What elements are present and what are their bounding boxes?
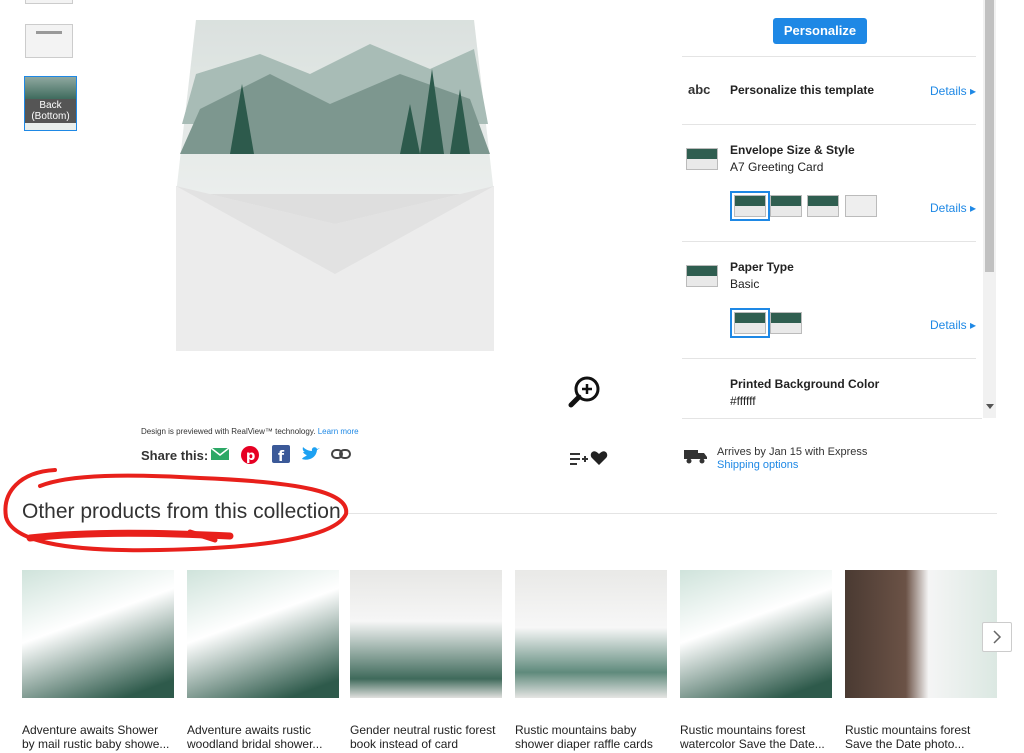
thumbnail-back-label: Back (Bottom) (25, 99, 76, 123)
product-title: Gender neutral rustic forest book instea… (350, 723, 496, 751)
product-card-4[interactable]: Rustic mountains baby shower diaper raff… (515, 570, 667, 751)
product-card-2[interactable]: Adventure awaits rustic woodland bridal … (187, 570, 339, 751)
product-title: Rustic mountains forest watercolor Save … (680, 723, 825, 751)
product-card-1[interactable]: Adventure awaits Shower by mail rustic b… (22, 570, 174, 751)
product-card-6[interactable]: Rustic mountains forest Save the Date ph… (845, 570, 997, 751)
thumbnail-partial[interactable] (25, 0, 73, 4)
realview-note-text: Design is previewed with RealView™ techn… (141, 427, 316, 436)
divider (682, 124, 976, 125)
envelope-option-4[interactable] (845, 195, 877, 217)
share-label: Share this: (141, 448, 209, 463)
divider (682, 56, 976, 57)
paper-option-1[interactable] (730, 308, 770, 338)
product-title: Rustic mountains forest Save the Date ph… (845, 723, 971, 751)
arrival-text: Arrives by Jan 15 with Express (717, 446, 868, 458)
paper-type-value: Basic (730, 277, 760, 291)
zoom-in-icon[interactable] (568, 374, 602, 408)
details-link-text: Details (930, 84, 967, 98)
favorite-heart-icon[interactable] (590, 450, 608, 471)
scrollbar-thumb[interactable] (985, 0, 994, 272)
envelope-details-link[interactable]: Details ▸ (930, 201, 976, 215)
paper-option-2[interactable] (770, 312, 802, 334)
divider (682, 241, 976, 242)
options-panel: Personalize abc Personalize this templat… (682, 0, 982, 418)
envelope-size-title: Envelope Size & Style (730, 143, 855, 157)
svg-text:f: f (278, 449, 285, 463)
personalize-button[interactable]: Personalize (773, 18, 867, 44)
abc-icon: abc (688, 82, 711, 97)
envelope-option-3[interactable] (807, 195, 839, 217)
shipping-options-link[interactable]: Shipping options (717, 459, 798, 471)
thumbnail-back[interactable]: Back (Bottom) (24, 76, 77, 131)
red-annotation-scribble (3, 468, 349, 553)
envelope-option-2[interactable] (770, 195, 802, 217)
paper-details-link[interactable]: Details ▸ (930, 318, 976, 332)
thumbnail-front[interactable] (25, 24, 73, 58)
product-image (680, 570, 832, 698)
paper-type-title: Paper Type (730, 260, 794, 274)
divider (682, 358, 976, 359)
envelope-size-value: A7 Greeting Card (730, 160, 824, 174)
envelope-preview (176, 20, 494, 351)
learn-more-link[interactable]: Learn more (318, 427, 359, 436)
thumbnail-front-text (36, 31, 62, 34)
product-image (350, 570, 502, 698)
product-title: Adventure awaits rustic woodland bridal … (187, 723, 323, 751)
product-image (515, 570, 667, 698)
personalize-template-label[interactable]: Personalize this template (730, 83, 874, 97)
options-top-fragment (792, 0, 852, 2)
chevron-right-icon (993, 630, 1002, 644)
personalize-details-link[interactable]: Details ▸ (930, 84, 976, 98)
thumbnail-back-image (25, 77, 76, 99)
carousel-next-button[interactable] (982, 622, 1012, 652)
add-to-list-icon[interactable] (570, 452, 588, 471)
product-title: Rustic mountains baby shower diaper raff… (515, 723, 653, 751)
collection-divider (345, 513, 997, 514)
realview-note: Design is previewed with RealView™ techn… (141, 427, 359, 436)
details-link-text: Details (930, 318, 967, 332)
product-image (845, 570, 997, 698)
product-title: Adventure awaits Shower by mail rustic b… (22, 723, 170, 751)
product-image (187, 570, 339, 698)
bg-color-value: #ffffff (730, 394, 756, 408)
bg-color-title: Printed Background Color (730, 377, 880, 391)
options-scrollbar[interactable] (983, 0, 996, 418)
envelope-option-1[interactable] (730, 191, 770, 221)
product-card-5[interactable]: Rustic mountains forest watercolor Save … (680, 570, 832, 751)
product-card-3[interactable]: Gender neutral rustic forest book instea… (350, 570, 502, 751)
scrollbar-down-arrow[interactable] (986, 404, 994, 409)
truck-icon (684, 448, 708, 469)
paper-type-icon (686, 265, 718, 287)
product-image (22, 570, 174, 698)
options-bottom-divider (682, 418, 982, 419)
details-link-text: Details (930, 201, 967, 215)
envelope-style-icon (686, 148, 718, 170)
